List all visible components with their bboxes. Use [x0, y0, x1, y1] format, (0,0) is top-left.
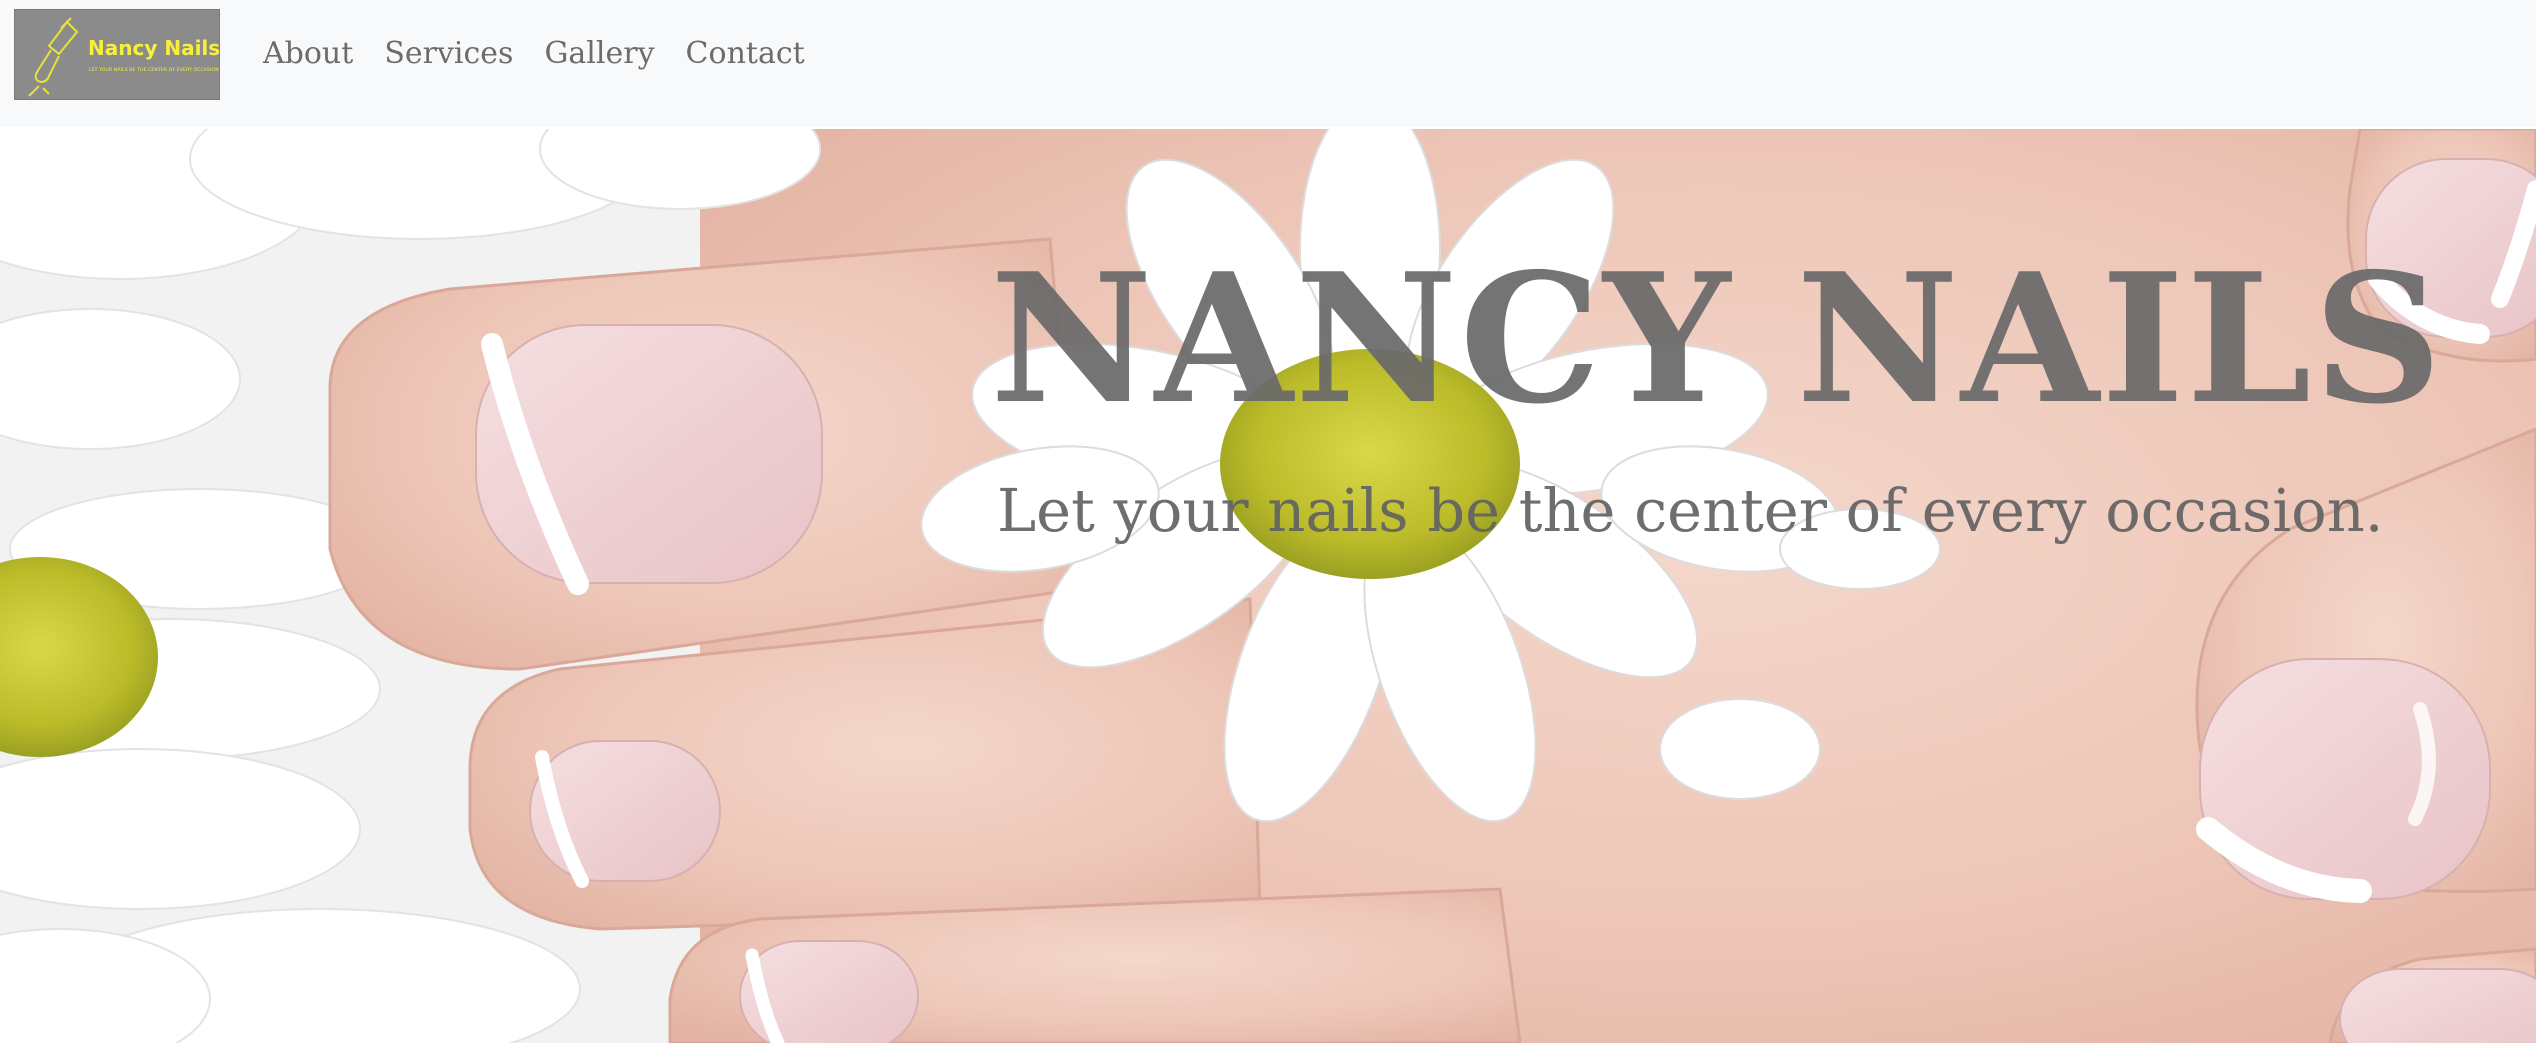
hero-section: NANCY NAILS Let your nails be the center… [0, 129, 2536, 1043]
nav-about-link[interactable]: About [263, 34, 353, 74]
brand-tagline: LET YOUR NAILS BE THE CENTER OF EVERY OC… [89, 68, 219, 73]
main-nav: About Services Gallery Contact [263, 34, 836, 74]
nav-gallery-link[interactable]: Gallery [544, 34, 654, 74]
hero-title: NANCY NAILS [990, 234, 2444, 444]
nav-contact-link[interactable]: Contact [686, 34, 805, 74]
brand-name: Nancy Nails [88, 36, 221, 60]
nav-services-link[interactable]: Services [384, 34, 513, 74]
brand-logo[interactable]: Nancy Nails LET YOUR NAILS BE THE CENTER… [14, 9, 220, 100]
hero-subtitle: Let your nails be the center of every oc… [997, 476, 2384, 545]
navbar: Nancy Nails LET YOUR NAILS BE THE CENTER… [0, 0, 2536, 127]
